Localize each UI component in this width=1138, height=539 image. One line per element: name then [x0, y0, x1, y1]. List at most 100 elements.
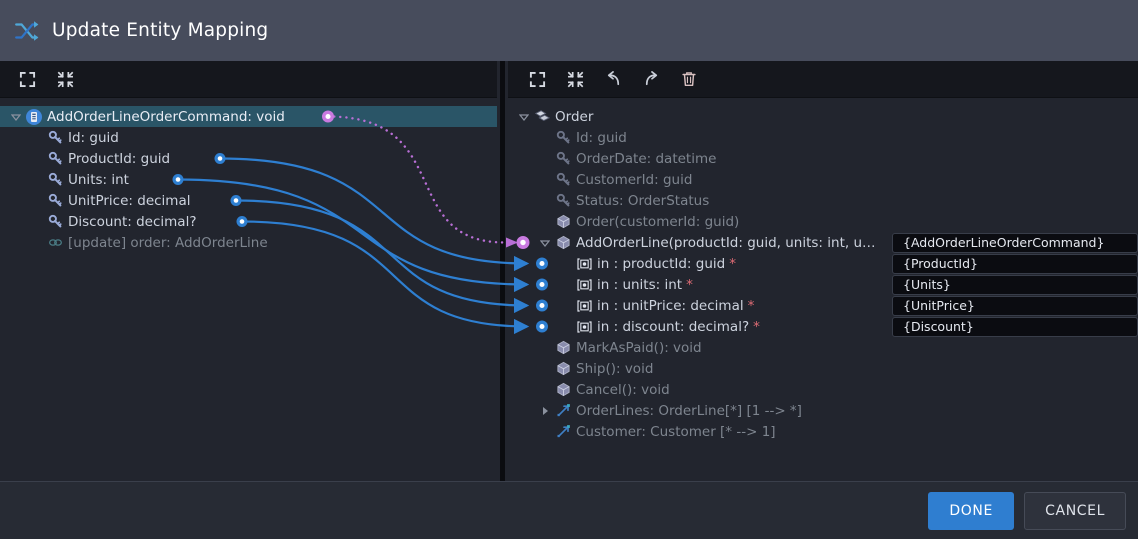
method-cube-icon: [553, 235, 573, 250]
target-tree-row-label: CustomerId: guid: [576, 171, 693, 188]
target-tree-row[interactable]: Cancel(): void: [508, 379, 1138, 400]
redo-button[interactable]: [632, 64, 670, 94]
parameter-icon: [574, 278, 594, 292]
key-icon: [45, 193, 65, 208]
target-tree-row-label: Ship(): void: [576, 360, 654, 377]
source-tree-row-label: [update] order: AddOrderLine: [68, 234, 268, 251]
undo-icon: [607, 70, 619, 85]
source-tree-row-label: Discount: decimal?: [68, 213, 197, 230]
source-toolbar: [0, 61, 497, 98]
trash-icon: [682, 72, 696, 87]
target-tree-row-label: OrderLines: OrderLine[*] [1 --> *]: [576, 402, 802, 419]
target-tree-row-label: OrderDate: datetime: [576, 150, 717, 167]
target-tree-row-label: in : unitPrice: decimal: [597, 297, 744, 314]
value-box-units[interactable]: {Units}: [892, 274, 1138, 295]
target-tree-row[interactable]: Status: OrderStatus: [508, 190, 1138, 211]
target-tree-row-label: Id: guid: [576, 129, 627, 146]
target-collapse-all-button[interactable]: [556, 64, 594, 94]
target-tree-row[interactable]: CustomerId: guid: [508, 169, 1138, 190]
key-icon: [45, 172, 65, 187]
source-tree-row[interactable]: Discount: decimal?: [0, 211, 497, 232]
entity-icon: [532, 109, 552, 125]
source-tree-row[interactable]: ProductId: guid: [0, 148, 497, 169]
target-tree-row-label: Order(customerId: guid): [576, 213, 740, 230]
command-document-icon: [24, 108, 44, 125]
key-icon: [45, 214, 65, 229]
target-tree-row-label: Order: [555, 108, 594, 125]
key-icon: [45, 130, 65, 145]
source-tree-row[interactable]: UnitPrice: decimal: [0, 190, 497, 211]
key-icon-dim: [553, 172, 573, 187]
chevron-down-icon[interactable]: [537, 238, 553, 248]
target-tree-row-label: MarkAsPaid(): void: [576, 339, 702, 356]
page-title: Update Entity Mapping: [52, 20, 269, 41]
source-tree-row[interactable]: Id: guid: [0, 127, 497, 148]
value-box-unitprice[interactable]: {UnitPrice}: [892, 295, 1138, 316]
key-icon-dim: [553, 151, 573, 166]
done-button[interactable]: DONE: [928, 491, 1015, 530]
redo-icon: [645, 70, 657, 85]
target-tree-row-label: Cancel(): void: [576, 381, 670, 398]
undo-button[interactable]: [594, 64, 632, 94]
required-marker: *: [747, 297, 755, 314]
required-marker: *: [729, 255, 736, 272]
source-tree-row-label: AddOrderLineOrderCommand: void: [47, 108, 285, 125]
value-box-discount[interactable]: {Discount}: [892, 316, 1138, 337]
key-icon: [45, 151, 65, 166]
value-box-addorderline[interactable]: {AddOrderLineOrderCommand}: [892, 232, 1138, 253]
titlebar: Update Entity Mapping: [0, 0, 1138, 61]
source-tree-row[interactable]: Units: int: [0, 169, 497, 190]
source-tree-row[interactable]: [update] order: AddOrderLine: [0, 232, 497, 253]
source-tree-row-label: Units: int: [68, 171, 129, 188]
target-tree-row[interactable]: OrderLines: OrderLine[*] [1 --> *]: [508, 400, 1138, 421]
required-marker: *: [686, 276, 693, 293]
required-marker: *: [753, 318, 760, 335]
key-icon-dim: [553, 130, 573, 145]
target-tree-row[interactable]: OrderDate: datetime: [508, 148, 1138, 169]
target-tree-row[interactable]: Order: [508, 106, 1138, 127]
target-tree-row[interactable]: Ship(): void: [508, 358, 1138, 379]
method-cube-icon: [553, 214, 573, 229]
parameter-icon: [574, 257, 594, 271]
method-cube-icon: [553, 361, 573, 376]
target-expand-all-button[interactable]: [518, 64, 556, 94]
target-tree-row[interactable]: Id: guid: [508, 127, 1138, 148]
shuffle-mapping-icon: [15, 20, 39, 41]
target-tree-row-label: in : discount: decimal?: [597, 318, 750, 335]
chevron-right-icon[interactable]: [537, 406, 553, 416]
expand-icon: [529, 71, 545, 87]
target-tree-row-label: in : units: int: [597, 276, 683, 293]
dialog-footer: DONE CANCEL: [0, 481, 1138, 539]
collapse-icon: [567, 71, 583, 87]
source-tree-row-label: ProductId: guid: [68, 150, 171, 167]
parameter-icon: [574, 299, 594, 313]
delete-button[interactable]: [670, 64, 708, 94]
method-cube-icon: [553, 340, 573, 355]
parameter-icon: [574, 320, 594, 334]
panel-divider[interactable]: [497, 61, 508, 481]
target-tree-row[interactable]: Order(customerId: guid): [508, 211, 1138, 232]
source-tree-row-label: UnitPrice: decimal: [68, 192, 191, 209]
source-tree: AddOrderLineOrderCommand: void Id: guid Pr…: [0, 98, 497, 253]
link-chain-icon: [45, 235, 65, 250]
relation-arrow-icon: [553, 424, 573, 439]
relation-arrow-icon: [553, 403, 573, 418]
target-tree-row[interactable]: MarkAsPaid(): void: [508, 337, 1138, 358]
value-box-productid[interactable]: {ProductId}: [892, 253, 1138, 274]
source-expand-all-button[interactable]: [8, 64, 46, 94]
target-tree-row-label: Status: OrderStatus: [576, 192, 710, 209]
source-collapse-all-button[interactable]: [46, 64, 84, 94]
key-icon-dim: [553, 193, 573, 208]
target-tree-row-label: AddOrderLine(productId: guid, units: int…: [576, 234, 876, 251]
target-tree-row[interactable]: Customer: Customer [* --> 1]: [508, 421, 1138, 442]
source-tree-row[interactable]: AddOrderLineOrderCommand: void: [0, 106, 497, 127]
cancel-button[interactable]: CANCEL: [1024, 491, 1126, 530]
target-toolbar: [508, 61, 1138, 98]
source-tree-row-label: Id: guid: [68, 129, 119, 146]
chevron-down-icon[interactable]: [516, 112, 532, 122]
collapse-icon: [57, 71, 73, 87]
chevron-down-icon[interactable]: [8, 112, 24, 122]
entity-mapping-dialog: Update Entity Mapping AddOrderLineOrderC…: [0, 0, 1138, 539]
target-tree-row-label: in : productId: guid: [597, 255, 726, 272]
expand-icon: [19, 71, 35, 87]
